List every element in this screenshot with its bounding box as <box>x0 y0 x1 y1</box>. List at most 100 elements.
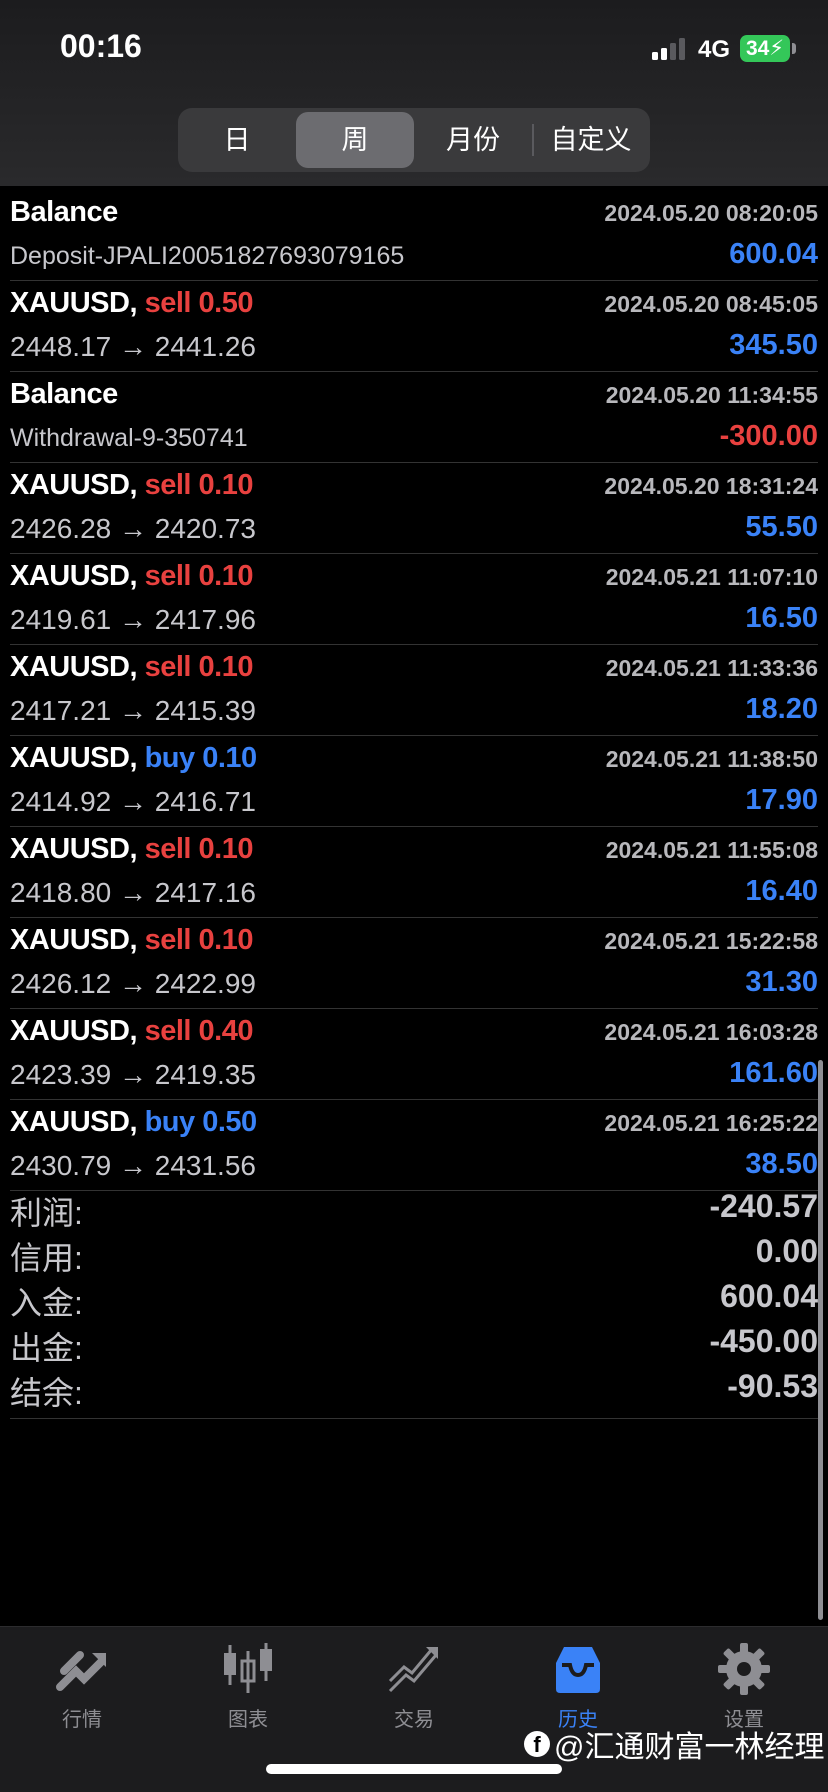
row-amount: 17.90 <box>745 784 818 816</box>
period-tab-custom[interactable]: 自定义 <box>532 112 650 168</box>
row-detail: Deposit-JPALI20051827693079165 <box>10 242 405 270</box>
row-symbol: XAUUSD <box>10 1106 130 1138</box>
row-volume: 0.50 <box>202 1106 257 1138</box>
row-amount: 16.40 <box>745 875 818 907</box>
period-tab-day[interactable]: 日 <box>178 112 296 168</box>
summary-row: 结余: -90.53 <box>10 1368 818 1413</box>
tab-settings[interactable]: 设置 <box>684 1641 804 1732</box>
row-title: XAUUSD, buy 0.10 <box>10 742 257 774</box>
row-order-type: sell <box>144 924 192 956</box>
home-indicator[interactable] <box>266 1764 562 1774</box>
row-time: 2024.05.20 08:45:05 <box>604 291 818 317</box>
row-amount: 18.20 <box>745 693 818 725</box>
row-title: XAUUSD, buy 0.50 <box>10 1106 257 1138</box>
row-detail: 2414.92 → 2416.71 <box>10 786 256 817</box>
history-row[interactable]: XAUUSD, sell 0.10 2024.05.21 11:07:10 2419… <box>10 554 818 645</box>
battery-level: 34 <box>745 37 770 60</box>
row-symbol: XAUUSD <box>10 651 130 683</box>
row-order-type: buy <box>144 742 196 774</box>
trade-icon <box>388 1647 438 1693</box>
row-volume: 0.40 <box>198 1015 254 1047</box>
row-symbol: XAUUSD <box>10 742 130 774</box>
facebook-icon: f <box>524 1731 550 1757</box>
row-order-type: sell <box>144 651 192 683</box>
summary-value: -240.57 <box>709 1188 818 1224</box>
row-detail: 2418.80 → 2417.16 <box>10 877 256 908</box>
tab-label-quotes: 行情 <box>62 1709 102 1731</box>
row-volume: 0.10 <box>198 560 254 592</box>
row-symbol: XAUUSD <box>10 924 130 956</box>
tab-trade[interactable]: 交易 <box>354 1641 474 1732</box>
period-tab-week[interactable]: 周 <box>296 112 414 168</box>
history-row[interactable]: XAUUSD, sell 0.40 2024.05.21 16:03:28 2423… <box>10 1009 818 1100</box>
row-title: XAUUSD, sell 0.10 <box>10 924 253 956</box>
summary-label: 入金: <box>10 1285 83 1321</box>
battery-tip <box>792 43 796 54</box>
network-label: 4G <box>698 36 731 63</box>
history-list: Balance 2024.05.20 08:20:05 Deposit-JPALI2… <box>0 190 828 1191</box>
summary-label: 出金: <box>10 1330 83 1366</box>
row-time: 2024.05.21 11:33:36 <box>605 655 818 681</box>
summary-divider <box>10 1418 818 1419</box>
summary-value: 600.04 <box>720 1278 818 1314</box>
summary-value: -90.53 <box>727 1368 818 1404</box>
row-title: XAUUSD, sell 0.10 <box>10 833 253 865</box>
row-symbol: XAUUSD <box>10 1015 130 1047</box>
tab-label-trade: 交易 <box>394 1709 434 1731</box>
row-symbol: XAUUSD <box>10 833 130 865</box>
history-screen: 00:16 4G 34⚡ 日 周 月份 自定义 Balance 2024.05.2… <box>0 0 828 1792</box>
history-row[interactable]: XAUUSD, sell 0.10 2024.05.21 11:55:08 2418… <box>10 827 818 918</box>
row-title: XAUUSD, sell 0.10 <box>10 651 253 683</box>
tab-history[interactable]: 历史 <box>518 1641 638 1732</box>
tab-quotes[interactable]: 行情 <box>22 1641 142 1732</box>
row-symbol: XAUUSD <box>10 560 130 592</box>
row-amount: 16.50 <box>745 602 818 634</box>
row-symbol: XAUUSD <box>10 469 130 501</box>
row-order-type: sell <box>144 560 192 592</box>
row-title: XAUUSD, sell 0.10 <box>10 469 254 501</box>
summary-value: 0.00 <box>755 1233 818 1269</box>
summary-label: 信用: <box>10 1240 83 1276</box>
history-row[interactable]: XAUUSD, buy 0.10 2024.05.21 11:38:50 2414.… <box>10 736 818 827</box>
period-segmented-control: 日 周 月份 自定义 <box>178 108 650 172</box>
row-time: 2024.05.21 11:07:10 <box>605 564 818 590</box>
history-row[interactable]: XAUUSD, sell 0.10 2024.05.21 15:22:58 2426… <box>10 918 818 1009</box>
row-detail: 2426.12 → 2422.99 <box>10 968 256 999</box>
row-detail: 2417.21 → 2415.39 <box>10 695 256 726</box>
row-detail: 2448.17 → 2441.26 <box>10 331 256 362</box>
row-time: 2024.05.21 16:25:22 <box>604 1110 818 1136</box>
status-time: 00:16 <box>60 28 142 64</box>
watermark: f @汇通财富一林经理 <box>524 1722 824 1766</box>
row-order-type: sell <box>144 1015 192 1047</box>
row-volume: 0.10 <box>198 469 254 501</box>
row-amount: -300.00 <box>719 420 818 452</box>
history-row[interactable]: XAUUSD, sell 0.50 2024.05.20 08:45:05 2448… <box>10 281 818 372</box>
row-detail: Withdrawal-9-350741 <box>10 424 248 452</box>
history-row[interactable]: XAUUSD, sell 0.10 2024.05.20 18:31:24 2426… <box>10 463 818 554</box>
row-time: 2024.05.20 18:31:24 <box>604 473 818 499</box>
row-title: XAUUSD, sell 0.50 <box>10 287 253 319</box>
battery-icon: 34⚡ <box>740 35 790 62</box>
row-amount: 161.60 <box>729 1057 818 1089</box>
history-row[interactable]: XAUUSD, sell 0.10 2024.05.21 11:33:36 2417… <box>10 645 818 736</box>
status-bar: 00:16 4G 34⚡ <box>0 0 828 100</box>
row-title: Balance <box>10 378 118 411</box>
summary-label: 利润: <box>10 1195 83 1231</box>
row-time: 2024.05.21 16:03:28 <box>604 1019 818 1045</box>
row-title: Balance <box>10 196 118 229</box>
row-title: XAUUSD, sell 0.40 <box>10 1015 254 1047</box>
history-row[interactable]: XAUUSD, buy 0.50 2024.05.21 16:25:22 2430.… <box>10 1100 818 1191</box>
row-title: XAUUSD, sell 0.10 <box>10 560 254 592</box>
period-tab-month[interactable]: 月份 <box>414 112 532 168</box>
row-amount: 345.50 <box>729 329 818 361</box>
row-time: 2024.05.21 11:38:50 <box>605 746 818 772</box>
history-row[interactable]: Balance 2024.05.20 08:20:05 Deposit-JPALI2… <box>10 190 818 281</box>
row-order-type: sell <box>144 469 192 501</box>
row-volume: 0.10 <box>202 742 257 774</box>
row-amount: 600.04 <box>729 238 818 270</box>
history-row[interactable]: Balance 2024.05.20 11:34:55 Withdrawal-9-3… <box>10 372 818 463</box>
row-order-type: sell <box>144 833 192 865</box>
tab-chart[interactable]: 图表 <box>188 1641 308 1732</box>
scroll-indicator[interactable] <box>818 1060 823 1620</box>
chart-icon <box>224 1643 272 1693</box>
